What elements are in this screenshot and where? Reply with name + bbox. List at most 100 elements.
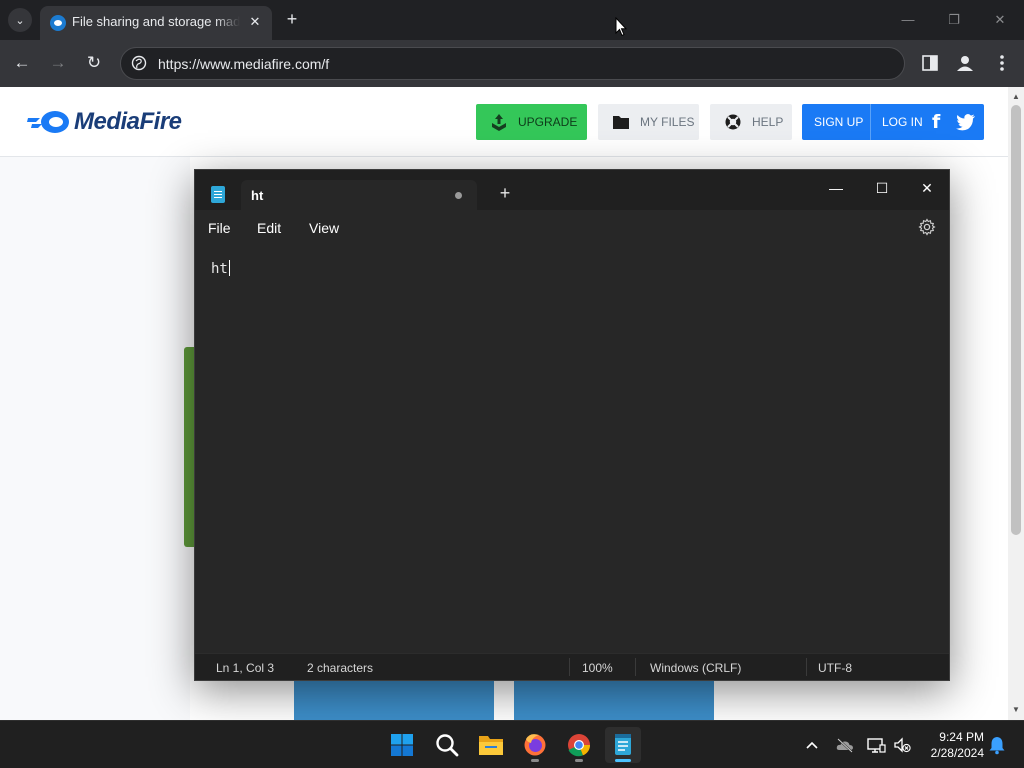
status-cursor-position: Ln 1, Col 3 — [216, 661, 275, 675]
feature-card-1 — [294, 679, 494, 720]
taskbar-notepad[interactable] — [605, 727, 641, 763]
reload-button[interactable]: ↻ — [82, 51, 106, 75]
notepad-close-button[interactable]: ✕ — [904, 174, 950, 202]
status-divider — [635, 658, 636, 676]
notepad-new-tab-button[interactable]: + — [495, 183, 515, 203]
taskbar-search-button[interactable] — [429, 727, 465, 763]
notepad-title-bar[interactable]: ht + — ☐ ✕ — [195, 170, 949, 210]
browser-minimize-button[interactable]: — — [896, 8, 920, 32]
my-files-button[interactable]: MY FILES — [598, 104, 699, 140]
status-line-ending: Windows (CRLF) — [650, 661, 742, 675]
unsaved-changes-dot-icon[interactable] — [455, 192, 462, 199]
menu-edit[interactable]: Edit — [257, 220, 281, 236]
clock-date: 2/28/2024 — [930, 746, 984, 760]
lifebuoy-icon — [725, 114, 741, 130]
upgrade-label: UPGRADE — [518, 115, 578, 129]
start-button[interactable] — [384, 727, 420, 763]
windows-taskbar: 9:24 PM 2/28/2024 — [0, 720, 1024, 768]
reload-icon: ↻ — [86, 53, 102, 72]
file-explorer-icon — [479, 736, 503, 755]
notepad-active-indicator — [615, 759, 631, 762]
tab-search-button[interactable]: ⌄ — [8, 8, 32, 32]
taskbar-file-explorer[interactable] — [473, 727, 509, 763]
status-divider — [569, 658, 570, 676]
more-options-icon[interactable] — [991, 52, 1013, 74]
arrow-left-icon: ← — [13, 53, 31, 72]
profile-icon[interactable] — [954, 52, 976, 74]
settings-gear-icon[interactable] — [918, 218, 936, 236]
status-divider — [806, 658, 807, 676]
mouse-cursor-icon — [615, 17, 627, 37]
arrow-right-icon: → — [49, 53, 67, 72]
taskbar-chrome[interactable] — [561, 727, 597, 763]
text-caret — [228, 260, 230, 276]
back-button[interactable]: ← — [10, 51, 34, 75]
taskbar-firefox[interactable] — [517, 727, 553, 763]
notepad-icon — [615, 734, 631, 755]
tray-overflow-chevron-icon[interactable] — [802, 735, 822, 755]
new-tab-button[interactable]: + — [282, 9, 302, 29]
menu-file[interactable]: File — [208, 220, 231, 236]
scrollbar-thumb[interactable] — [1011, 105, 1021, 535]
upgrade-icon — [492, 114, 506, 131]
notepad-tab[interactable]: ht — [241, 180, 477, 210]
auth-divider — [870, 104, 871, 140]
mediafire-logo[interactable]: MediaFire — [26, 107, 182, 137]
notepad-minimize-button[interactable]: — — [813, 174, 859, 202]
log-in-button[interactable]: LOG IN — [882, 115, 923, 129]
notepad-text-area[interactable]: ht — [195, 246, 949, 653]
status-character-count: 2 characters — [307, 661, 374, 675]
mediafire-header: MediaFire UPGRADE MY FILES HELP SIGN UP — [0, 87, 1008, 157]
volume-muted-icon[interactable] — [892, 735, 912, 755]
browser-tab-title: File sharing and storage made simple — [72, 14, 240, 29]
mediafire-logo-text: MediaFire — [74, 108, 182, 135]
folder-icon — [613, 116, 629, 129]
site-info-icon[interactable] — [131, 55, 147, 71]
chrome-running-indicator — [575, 759, 583, 762]
status-encoding: UTF-8 — [818, 661, 852, 675]
notepad-status-bar: Ln 1, Col 3 2 characters 100% Windows (C… — [195, 653, 949, 680]
status-zoom: 100% — [582, 661, 613, 675]
address-bar[interactable]: https://www.mediafire.com/f — [120, 47, 905, 80]
feature-card-2 — [514, 679, 714, 720]
auth-button-group: SIGN UP LOG IN f — [802, 104, 984, 140]
firefox-running-indicator — [531, 759, 539, 762]
search-icon — [436, 734, 459, 757]
upgrade-button[interactable]: UPGRADE — [476, 104, 587, 140]
browser-tab-strip: ⌄ File sharing and storage made simple ✕… — [0, 0, 1024, 40]
network-icon[interactable] — [866, 735, 886, 755]
green-accent-bar — [184, 347, 194, 547]
editor-text: ht — [211, 261, 228, 277]
notepad-tab-title: ht — [251, 188, 264, 203]
twitter-icon[interactable] — [956, 113, 976, 131]
notification-bell-icon[interactable] — [988, 735, 1006, 755]
browser-toolbar: ← → ↻ https://www.mediafire.com/f — [0, 40, 1024, 87]
browser-tab-mediafire[interactable]: File sharing and storage made simple ✕ — [40, 6, 272, 40]
page-scrollbar[interactable]: ▲ ▼ — [1008, 87, 1024, 720]
mediafire-favicon-icon — [50, 15, 66, 31]
facebook-icon[interactable]: f — [932, 111, 950, 133]
page-left-panel — [0, 157, 190, 720]
forward-button[interactable]: → — [46, 51, 70, 75]
scroll-down-arrow-icon[interactable]: ▼ — [1008, 702, 1024, 718]
notepad-app-icon — [211, 186, 225, 203]
tab-close-button[interactable]: ✕ — [246, 13, 264, 31]
help-button[interactable]: HELP — [710, 104, 792, 140]
chrome-icon — [568, 734, 591, 757]
side-panel-icon[interactable] — [919, 52, 941, 74]
sign-up-button[interactable]: SIGN UP — [814, 115, 863, 129]
chevron-down-icon: ⌄ — [15, 14, 25, 27]
firefox-icon — [524, 734, 546, 756]
taskbar-clock[interactable]: 9:24 PM 2/28/2024 — [916, 729, 984, 761]
onedrive-offline-icon[interactable] — [835, 735, 855, 755]
my-files-label: MY FILES — [640, 115, 695, 129]
notepad-menu-bar: File Edit View — [195, 210, 949, 246]
clock-time: 9:24 PM — [939, 730, 984, 744]
browser-close-button[interactable]: ✕ — [988, 8, 1012, 32]
notepad-maximize-button[interactable]: ☐ — [859, 174, 905, 202]
notepad-text-content: ht — [211, 260, 230, 277]
menu-view[interactable]: View — [309, 220, 339, 236]
mediafire-flame-icon — [27, 111, 69, 133]
scroll-up-arrow-icon[interactable]: ▲ — [1008, 89, 1024, 105]
browser-restore-button[interactable]: ❐ — [942, 8, 966, 32]
